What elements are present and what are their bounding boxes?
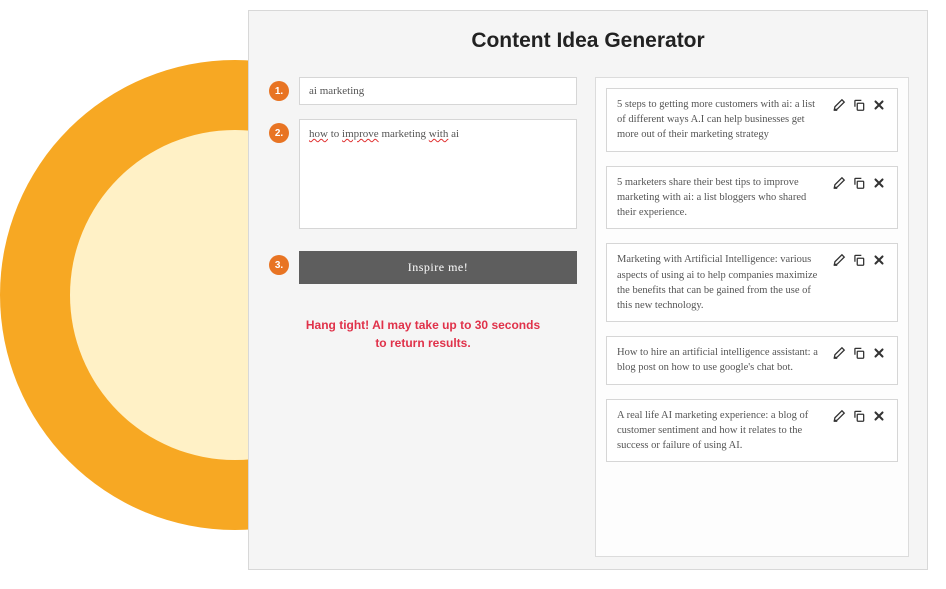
step-2-row: 2. how to improve marketing with ai — [269, 119, 577, 229]
inspire-button[interactable]: Inspire me! — [299, 251, 577, 284]
loading-message: Hang tight! AI may take up to 30 seconds… — [269, 316, 577, 352]
step-2-badge: 2. — [269, 123, 289, 143]
copy-icon[interactable] — [851, 408, 867, 424]
edit-icon[interactable] — [831, 175, 847, 191]
result-text: 5 steps to getting more customers with a… — [617, 97, 823, 143]
input-column: 1. 2. how to improve marketing with ai 3… — [267, 77, 577, 557]
edit-icon[interactable] — [831, 408, 847, 424]
topic-input[interactable] — [299, 77, 577, 105]
copy-icon[interactable] — [851, 252, 867, 268]
close-icon[interactable] — [871, 408, 887, 424]
result-actions — [831, 345, 887, 361]
step-3-row: 3. Inspire me! — [269, 251, 577, 284]
result-text: A real life AI marketing experience: a b… — [617, 408, 823, 454]
result-card: How to hire an artificial intelligence a… — [606, 336, 898, 384]
close-icon[interactable] — [871, 97, 887, 113]
copy-icon[interactable] — [851, 345, 867, 361]
generator-panel: Content Idea Generator 1. 2. how to impr… — [248, 10, 928, 570]
page-title: Content Idea Generator — [267, 29, 909, 53]
result-actions — [831, 175, 887, 191]
step-3-badge: 3. — [269, 255, 289, 275]
close-icon[interactable] — [871, 175, 887, 191]
step-1-badge: 1. — [269, 81, 289, 101]
edit-icon[interactable] — [831, 252, 847, 268]
result-card: A real life AI marketing experience: a b… — [606, 399, 898, 463]
result-text: 5 marketers share their best tips to imp… — [617, 175, 823, 221]
result-actions — [831, 408, 887, 424]
step-1-row: 1. — [269, 77, 577, 105]
result-actions — [831, 252, 887, 268]
result-card: 5 marketers share their best tips to imp… — [606, 166, 898, 230]
close-icon[interactable] — [871, 345, 887, 361]
copy-icon[interactable] — [851, 175, 867, 191]
copy-icon[interactable] — [851, 97, 867, 113]
close-icon[interactable] — [871, 252, 887, 268]
results-column: 5 steps to getting more customers with a… — [595, 77, 909, 557]
edit-icon[interactable] — [831, 97, 847, 113]
edit-icon[interactable] — [831, 345, 847, 361]
result-actions — [831, 97, 887, 113]
result-card: Marketing with Artificial Intelligence: … — [606, 243, 898, 322]
result-text: How to hire an artificial intelligence a… — [617, 345, 823, 375]
result-text: Marketing with Artificial Intelligence: … — [617, 252, 823, 313]
description-input[interactable]: how to improve marketing with ai — [299, 119, 577, 229]
result-card: 5 steps to getting more customers with a… — [606, 88, 898, 152]
